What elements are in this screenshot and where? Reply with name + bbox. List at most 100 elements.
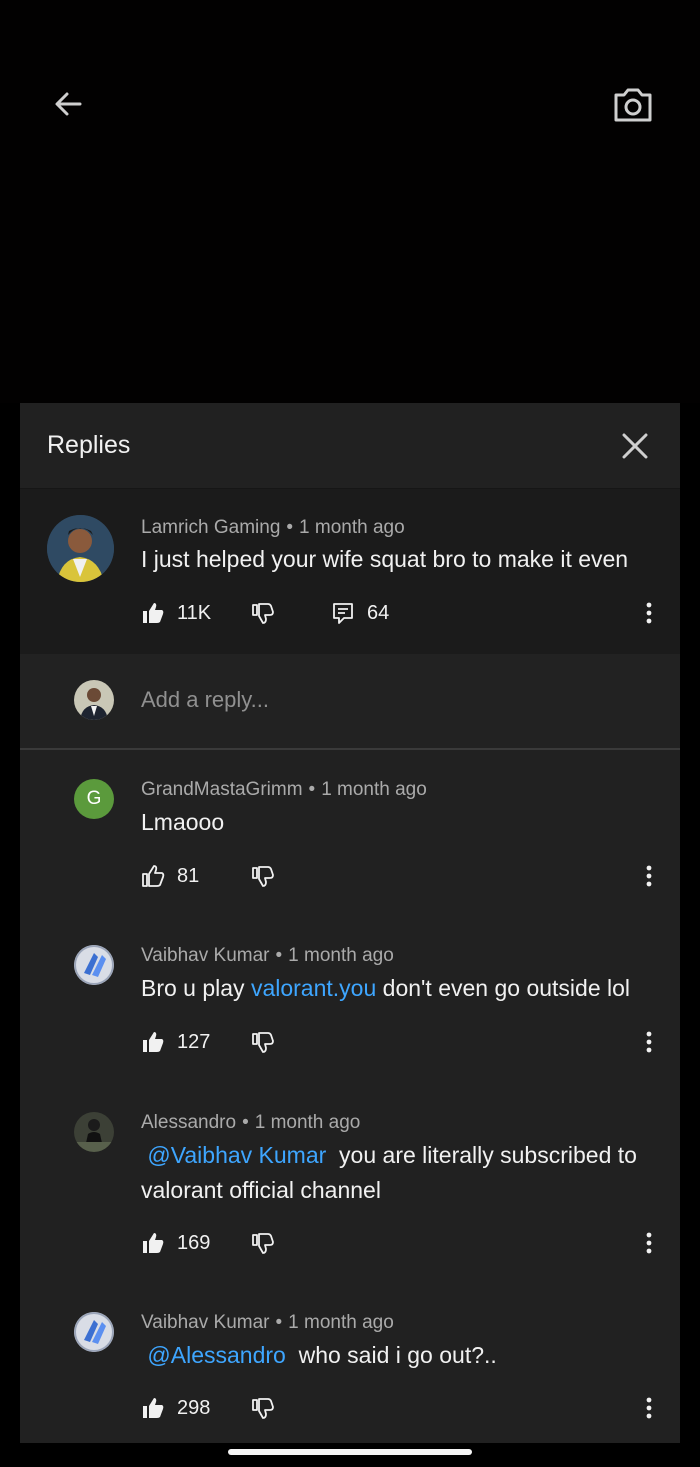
comment-text-body: who said i go out?..: [285, 1342, 497, 1368]
like-count: 169: [177, 1231, 211, 1254]
user-avatar-image: [74, 680, 114, 720]
comment-text: Lmaooo: [141, 809, 225, 835]
comment-text: I just helped your wife squat bro to mak…: [141, 546, 629, 572]
camera-icon: [614, 88, 652, 122]
comment-meta: Vaibhav Kumar • 1 month ago: [141, 1312, 394, 1334]
author-name[interactable]: Vaibhav Kumar: [141, 945, 270, 966]
parent-comment: Lamrich Gaming • 1 month ago I just helped…: [20, 488, 680, 654]
like-button[interactable]: 11K: [141, 597, 211, 629]
arrow-left-icon: [55, 92, 82, 116]
comment-link[interactable]: valorant.you: [251, 975, 376, 1001]
author-name[interactable]: GrandMastaGrimm: [141, 779, 303, 800]
more-vertical-icon: [646, 1232, 652, 1254]
reply-comment: Vaibhav Kumar • 1 month ago Bro u play val…: [20, 916, 680, 1083]
meta-separator: •: [286, 517, 294, 538]
like-count: 127: [177, 1030, 211, 1053]
comment-meta: GrandMastaGrimm • 1 month ago: [141, 779, 427, 801]
meta-separator: •: [275, 1312, 283, 1333]
thumbs-down-icon: [252, 603, 274, 624]
camera-button[interactable]: [610, 84, 656, 126]
avatar-image: [47, 515, 114, 582]
dislike-button[interactable]: [251, 1392, 275, 1424]
panel-title: Replies: [47, 431, 131, 459]
meta-separator: •: [242, 1112, 249, 1133]
reply-comment: Vaibhav Kumar • 1 month ago @Alessandro wh…: [20, 1283, 680, 1443]
more-options-button[interactable]: [637, 1227, 661, 1259]
comment-text: Bro u play valorant.you don't even go ou…: [141, 971, 661, 1006]
comment-actions: 169: [141, 1227, 661, 1259]
avatar-image: [74, 945, 114, 985]
thumbs-down-icon: [252, 1032, 274, 1053]
comment-text: @Vaibhav Kumar you are literally subscri…: [141, 1138, 661, 1208]
author-name[interactable]: Lamrich Gaming: [141, 517, 280, 538]
thumbs-down-icon: [252, 866, 274, 887]
reply-input-row[interactable]: Add a reply...: [20, 654, 680, 750]
avatar-image: [74, 1312, 114, 1352]
dislike-button[interactable]: [251, 860, 275, 892]
like-button[interactable]: 127: [141, 1026, 210, 1058]
comment-text-start: Bro u play: [141, 975, 251, 1001]
reply-comment: Alessandro • 1 month ago @Vaibhav Kumar yo…: [20, 1083, 680, 1283]
author-name[interactable]: Vaibhav Kumar: [141, 1312, 270, 1333]
mention-link[interactable]: @Alessandro: [147, 1342, 285, 1368]
video-area: [0, 0, 700, 403]
more-options-button[interactable]: [637, 1026, 661, 1058]
reply-count: 64: [367, 601, 390, 624]
more-vertical-icon: [646, 865, 652, 887]
thumbs-up-icon: [142, 865, 165, 887]
reply-comment: G GrandMastaGrimm • 1 month ago Lmaooo 81: [20, 750, 680, 916]
dislike-button[interactable]: [251, 1227, 275, 1259]
like-button[interactable]: 169: [141, 1227, 210, 1259]
home-indicator[interactable]: [228, 1449, 472, 1455]
comment-actions: 127: [141, 1026, 661, 1058]
reply-comment-icon: [333, 603, 353, 624]
avatar[interactable]: G: [74, 779, 114, 819]
avatar[interactable]: [74, 945, 114, 985]
like-count: 298: [177, 1396, 211, 1419]
more-vertical-icon: [646, 1031, 652, 1053]
back-button[interactable]: [48, 84, 88, 124]
comment-actions: 298: [141, 1392, 661, 1424]
avatar[interactable]: [47, 515, 114, 582]
avatar[interactable]: [74, 1312, 114, 1352]
meta-separator: •: [275, 945, 283, 966]
thumbs-down-icon: [252, 1398, 274, 1419]
close-icon: [622, 433, 648, 458]
like-count: 81: [177, 864, 200, 887]
thumbs-up-icon: [143, 1233, 164, 1253]
comment-text-end: don't even go outside lol: [376, 975, 631, 1001]
more-options-button[interactable]: [637, 860, 661, 892]
thumbs-down-icon: [252, 1233, 274, 1254]
like-button[interactable]: 298: [141, 1392, 210, 1424]
avatar-image: [74, 1112, 114, 1152]
comment-meta: Alessandro • 1 month ago: [141, 1112, 360, 1134]
thumbs-up-icon: [143, 1032, 164, 1052]
timestamp: 1 month ago: [288, 1312, 394, 1333]
reply-button[interactable]: 64: [331, 597, 389, 629]
reply-input[interactable]: Add a reply...: [141, 687, 269, 713]
comment-meta: Lamrich Gaming • 1 month ago: [141, 517, 405, 539]
mention-link[interactable]: @Vaibhav Kumar: [147, 1142, 326, 1168]
more-options-button[interactable]: [637, 1392, 661, 1424]
avatar-letter: G: [86, 788, 102, 809]
thumbs-up-icon: [143, 1398, 164, 1418]
close-button[interactable]: [617, 428, 653, 464]
comment-actions: 81: [141, 860, 661, 892]
comment-text: @Alessandro who said i go out?..: [141, 1338, 661, 1373]
timestamp: 1 month ago: [288, 945, 394, 966]
more-vertical-icon: [646, 1397, 652, 1419]
avatar[interactable]: [74, 1112, 114, 1152]
like-button[interactable]: 81: [141, 860, 199, 892]
meta-separator: •: [308, 779, 316, 800]
comment-meta: Vaibhav Kumar • 1 month ago: [141, 945, 394, 967]
like-count: 11K: [177, 601, 212, 624]
panel-header: Replies: [20, 403, 680, 488]
author-name[interactable]: Alessandro: [141, 1112, 236, 1133]
dislike-button[interactable]: [251, 1026, 275, 1058]
timestamp: 1 month ago: [321, 779, 427, 800]
dislike-button[interactable]: [251, 597, 275, 629]
more-vertical-icon: [646, 602, 652, 624]
thumbs-up-icon: [143, 603, 164, 623]
current-user-avatar: [74, 680, 114, 720]
more-options-button[interactable]: [637, 597, 661, 629]
